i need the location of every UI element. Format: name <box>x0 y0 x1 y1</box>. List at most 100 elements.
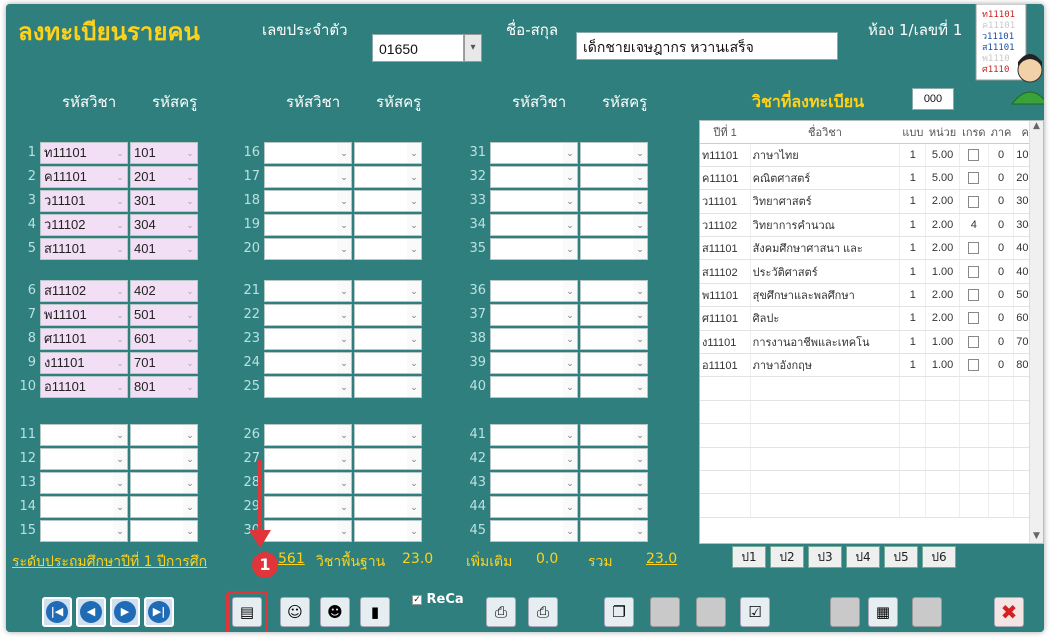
year-button[interactable]: ป4 <box>846 546 880 568</box>
calculator-button[interactable]: ▦ <box>868 597 898 627</box>
chevron-down-icon[interactable]: ⌄ <box>337 143 351 163</box>
close-button[interactable]: ✖ <box>994 597 1024 627</box>
chevron-down-icon[interactable]: ⌄ <box>407 239 421 259</box>
table-row[interactable] <box>700 400 1043 425</box>
chevron-down-icon[interactable]: ⌄ <box>183 353 197 373</box>
subject-code-combo[interactable]: ⌄ <box>264 352 352 374</box>
chevron-down-icon[interactable]: ⌄ <box>633 215 647 235</box>
chevron-down-icon[interactable]: ⌄ <box>563 377 577 397</box>
chevron-down-icon[interactable]: ⌄ <box>563 281 577 301</box>
chevron-down-icon[interactable]: ⌄ <box>563 167 577 187</box>
subject-code-combo[interactable]: ⌄ <box>264 376 352 398</box>
teacher-code-combo[interactable]: 401 ⌄ <box>130 238 198 260</box>
table-row[interactable]: ท11101 ภาษาไทย 1 5.00 0 101 <box>700 143 1043 167</box>
subject-code-combo[interactable]: ⌄ <box>490 214 578 236</box>
chevron-down-icon[interactable]: ⌄ <box>407 191 421 211</box>
grade-checkbox[interactable] <box>968 289 980 302</box>
subject-code-combo[interactable]: ⌄ <box>264 238 352 260</box>
grade-checkbox[interactable] <box>968 335 980 348</box>
subject-code-combo[interactable]: พ11101 ⌄ <box>40 304 128 326</box>
subject-code-combo[interactable]: ⌄ <box>490 238 578 260</box>
chevron-down-icon[interactable]: ⌄ <box>183 329 197 349</box>
chevron-down-icon[interactable]: ⌄ <box>183 521 197 541</box>
subject-code-combo[interactable]: ⌄ <box>490 142 578 164</box>
subject-code-combo[interactable]: ⌄ <box>490 190 578 212</box>
subject-code-combo[interactable]: ⌄ <box>264 166 352 188</box>
chevron-down-icon[interactable]: ⌄ <box>563 305 577 325</box>
chevron-down-icon[interactable]: ⌄ <box>113 353 127 373</box>
subject-code-combo[interactable]: ⌄ <box>264 520 352 542</box>
subject-code-combo[interactable]: ว11101 ⌄ <box>40 190 128 212</box>
chevron-down-icon[interactable]: ⌄ <box>337 377 351 397</box>
teacher-code-combo[interactable]: ⌄ <box>354 190 422 212</box>
chevron-down-icon[interactable]: ⌄ <box>633 473 647 493</box>
disabled-button-4[interactable] <box>912 597 942 627</box>
chevron-down-icon[interactable]: ⌄ <box>633 329 647 349</box>
table-row[interactable] <box>700 447 1043 471</box>
chevron-down-icon[interactable]: ⌄ <box>407 215 421 235</box>
table-row[interactable]: พ11101 สุขศึกษาและพลศึกษา 1 2.00 0 501 <box>700 283 1043 308</box>
teacher-code-combo[interactable]: 402 ⌄ <box>130 280 198 302</box>
teacher-code-combo[interactable]: ⌄ <box>354 304 422 326</box>
chevron-down-icon[interactable]: ⌄ <box>563 239 577 259</box>
grade-checkbox[interactable] <box>968 359 980 372</box>
chevron-down-icon[interactable]: ⌄ <box>183 239 197 259</box>
chevron-down-icon[interactable]: ⌄ <box>563 353 577 373</box>
chevron-down-icon[interactable]: ⌄ <box>563 329 577 349</box>
subject-code-combo[interactable]: ว11102 ⌄ <box>40 214 128 236</box>
chevron-down-icon[interactable]: ⌄ <box>563 191 577 211</box>
subject-code-combo[interactable]: ⌄ <box>264 190 352 212</box>
subject-code-combo[interactable]: อ11101 ⌄ <box>40 376 128 398</box>
prev-record-button[interactable]: ◀ <box>76 597 106 627</box>
subject-code-combo[interactable]: ⌄ <box>490 376 578 398</box>
first-record-button[interactable]: |◀ <box>42 597 72 627</box>
chevron-down-icon[interactable]: ⌄ <box>407 425 421 445</box>
chevron-down-icon[interactable]: ⌄ <box>337 215 351 235</box>
student-card-button[interactable]: ☺ <box>280 597 310 627</box>
teacher-code-combo[interactable]: ⌄ <box>580 376 648 398</box>
table-row[interactable] <box>700 470 1043 495</box>
chevron-down-icon[interactable]: ⌄ <box>183 425 197 445</box>
chevron-down-icon[interactable]: ⌄ <box>633 305 647 325</box>
chevron-down-icon[interactable]: ⌄ <box>407 329 421 349</box>
chevron-down-icon[interactable]: ⌄ <box>633 239 647 259</box>
subject-code-combo[interactable]: ⌄ <box>264 304 352 326</box>
table-row[interactable] <box>700 493 1043 518</box>
print-button[interactable]: ⎙ <box>486 597 516 627</box>
subject-code-combo[interactable]: ⌄ <box>40 448 128 470</box>
year-button[interactable]: ป5 <box>884 546 918 568</box>
chevron-down-icon[interactable]: ⌄ <box>113 425 127 445</box>
chevron-down-icon[interactable]: ⌄ <box>563 449 577 469</box>
teacher-code-combo[interactable]: ⌄ <box>580 328 648 350</box>
subject-code-combo[interactable]: ส11102 ⌄ <box>40 280 128 302</box>
teacher-code-combo[interactable]: ⌄ <box>130 448 198 470</box>
year-button[interactable]: ป3 <box>808 546 842 568</box>
chevron-down-icon[interactable]: ⌄ <box>113 305 127 325</box>
copy-button[interactable]: ❐ <box>604 597 634 627</box>
chevron-down-icon[interactable]: ⌄ <box>563 143 577 163</box>
chevron-down-icon[interactable]: ⌄ <box>633 377 647 397</box>
subject-code-combo[interactable]: ⌄ <box>40 496 128 518</box>
grade-checkbox[interactable] <box>968 242 980 255</box>
chevron-down-icon[interactable]: ⌄ <box>337 473 351 493</box>
subject-code-combo[interactable]: ⌄ <box>490 304 578 326</box>
student-info-button[interactable]: ☻ <box>320 597 350 627</box>
chevron-down-icon[interactable]: ⌄ <box>337 305 351 325</box>
teacher-code-combo[interactable]: 701 ⌄ <box>130 352 198 374</box>
chevron-down-icon[interactable]: ⌄ <box>407 281 421 301</box>
chevron-down-icon[interactable]: ⌄ <box>633 425 647 445</box>
teacher-code-combo[interactable]: ⌄ <box>580 496 648 518</box>
chevron-down-icon[interactable]: ⌄ <box>337 497 351 517</box>
table-row[interactable]: ส11101 สังคมศึกษาศาสนา และ 1 2.00 0 401 <box>700 236 1043 261</box>
teacher-code-combo[interactable]: ⌄ <box>580 520 648 542</box>
teacher-code-combo[interactable]: ⌄ <box>354 496 422 518</box>
chevron-down-icon[interactable]: ⌄ <box>407 143 421 163</box>
subject-code-combo[interactable]: ⌄ <box>490 280 578 302</box>
next-record-button[interactable]: ▶ <box>110 597 140 627</box>
teacher-code-combo[interactable]: ⌄ <box>580 472 648 494</box>
name-field[interactable]: เด็กชายเจษฎากร หวานเสร็จ <box>576 32 838 60</box>
subject-code-combo[interactable]: ⌄ <box>264 496 352 518</box>
chevron-down-icon[interactable]: ⌄ <box>633 521 647 541</box>
teacher-code-combo[interactable]: ⌄ <box>354 472 422 494</box>
year-button[interactable]: ป6 <box>922 546 956 568</box>
